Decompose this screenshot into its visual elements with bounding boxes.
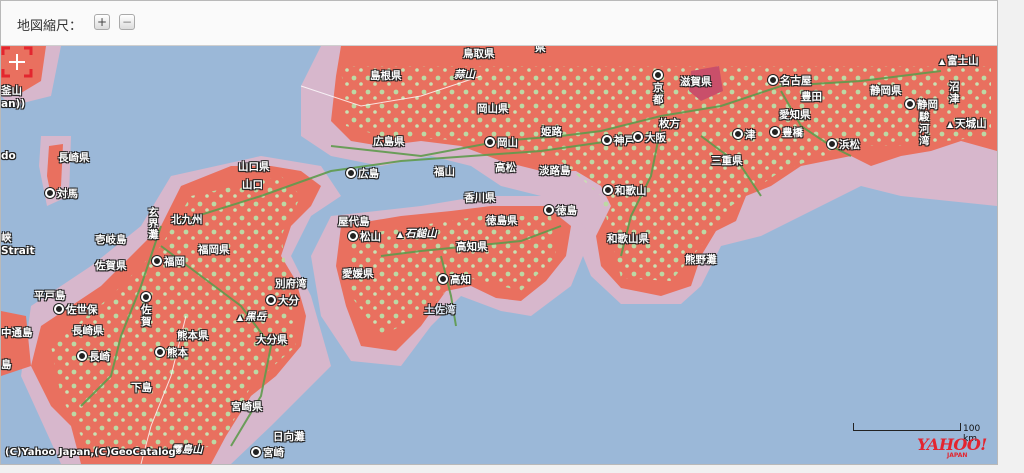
label-hiroshima-pref: 広島県 bbox=[373, 136, 405, 148]
crosshair-icon bbox=[1, 46, 33, 78]
label-okayama-pref: 岡山県 bbox=[477, 103, 509, 115]
label-hiradoshima: 平戸島 bbox=[34, 290, 66, 302]
scale-label: 地図縮尺： bbox=[17, 19, 83, 34]
yahoo-logo-sub: JAPAN bbox=[947, 452, 968, 459]
label-aichi-pref: 愛知県 bbox=[779, 109, 811, 121]
label-kitakyushu: 北九州 bbox=[171, 214, 203, 226]
label-beppuwan: 別府湾 bbox=[275, 278, 307, 290]
label-wakayama-pref: 和歌山県 bbox=[607, 233, 649, 245]
label-tottori-pref: 鳥取県 bbox=[463, 48, 495, 60]
label-tsushima: 対馬 bbox=[45, 186, 78, 201]
label-kumanonada: 熊野灘 bbox=[685, 254, 717, 266]
label-hiroshima: 広島 bbox=[346, 166, 379, 181]
label-okayama: 岡山 bbox=[485, 135, 518, 150]
label-oita-pref: 大分県 bbox=[256, 334, 288, 346]
label-do: do bbox=[1, 150, 16, 162]
label-kumamoto: 熊本 bbox=[155, 345, 188, 360]
label-mie-pref: 三重県 bbox=[711, 155, 743, 167]
label-sasebo: 佐世保 bbox=[54, 302, 98, 317]
map-widget: 地図縮尺： + − 鳥取県 島根県 蒜山 岡山県 広島県 岡山 姫路 山口県 広… bbox=[0, 0, 998, 465]
label-fukuyama: 福山 bbox=[434, 166, 455, 178]
label-tokushima-pref: 徳島県 bbox=[486, 215, 518, 227]
label-shimojima: 下島 bbox=[131, 382, 152, 394]
label-ehime-pref: 愛媛県 bbox=[342, 268, 374, 280]
label-hirakata: 枚方 bbox=[659, 118, 680, 130]
label-miyazaki: 宮崎 bbox=[251, 445, 284, 460]
label-surugawan: 駿河湾 bbox=[919, 111, 930, 147]
label-amagi: 天城山 bbox=[947, 116, 987, 131]
label-shimane-pref: 島根県 bbox=[370, 70, 402, 82]
label-busan-sub: an)) bbox=[1, 98, 26, 110]
label-nagasaki-pref-north: 長崎県 bbox=[58, 152, 90, 164]
label-tsu: 津 bbox=[733, 127, 756, 142]
map-canvas[interactable]: 鳥取県 島根県 蒜山 岡山県 広島県 岡山 姫路 山口県 広島 福山 高松 淡路… bbox=[1, 46, 997, 464]
label-tosawan: 土佐湾 bbox=[424, 304, 456, 316]
label-fuji: 富士山 bbox=[939, 53, 979, 68]
label-fukuoka: 福岡 bbox=[152, 254, 185, 269]
label-genkainada: 玄界灘 bbox=[148, 207, 159, 241]
label-nagasaki-pref-south: 長崎県 bbox=[72, 325, 104, 337]
zoom-in-button[interactable]: + bbox=[94, 14, 110, 30]
label-saga-pref: 佐賀県 bbox=[95, 260, 127, 272]
label-kumamoto-pref: 熊本県 bbox=[177, 330, 209, 342]
label-shiga-pref: 滋賀県 bbox=[680, 76, 712, 88]
label-yamaguchi-pref: 山口県 bbox=[238, 161, 270, 173]
label-nakadori: 中通島 bbox=[1, 327, 33, 339]
label-fukuoka-pref: 福岡県 bbox=[198, 244, 230, 256]
label-toyota: 豊田 bbox=[801, 91, 822, 103]
label-awajishima: 淡路島 bbox=[539, 165, 571, 177]
label-nagoya: 名古屋 bbox=[768, 73, 812, 88]
label-numazu: 沼津 bbox=[949, 81, 960, 105]
label-strait-1: 峡 bbox=[1, 232, 12, 244]
label-tokushima: 徳島 bbox=[544, 203, 577, 218]
label-shizuoka-pref: 静岡県 bbox=[870, 85, 902, 97]
label-hamamatsu: 浜松 bbox=[827, 137, 860, 152]
label-kochi: 高知 bbox=[438, 272, 471, 287]
label-shizuoka: 静岡 bbox=[905, 97, 938, 112]
label-top-edge: 県 bbox=[535, 46, 546, 54]
label-takamatsu: 高松 bbox=[495, 162, 516, 174]
scale-bar bbox=[853, 423, 961, 431]
label-matsuyama: 松山 bbox=[348, 229, 381, 244]
label-yamaguchi: 山口 bbox=[242, 179, 263, 191]
label-strait-2: Strait bbox=[1, 245, 35, 257]
label-iki: 壱岐島 bbox=[95, 234, 127, 246]
label-kuju: 黒岳 bbox=[237, 309, 266, 324]
label-oita: 大分 bbox=[266, 293, 299, 308]
label-ishizuchi: 石鎚山 bbox=[397, 226, 437, 241]
label-hiruzen: 蒜山 bbox=[454, 69, 475, 81]
zoom-out-button[interactable]: − bbox=[119, 14, 135, 30]
label-kyoto: 京都 bbox=[653, 70, 667, 106]
label-saga: 佐賀 bbox=[141, 292, 155, 328]
label-miyazaki-pref: 宮崎県 bbox=[231, 401, 263, 413]
label-kobe: 神戸 bbox=[602, 133, 635, 148]
label-fukue: 島 bbox=[1, 359, 12, 371]
label-nagasaki: 長崎 bbox=[77, 349, 110, 364]
map-credit: (C)Yahoo Japan,(C)GeoCatalog bbox=[5, 447, 176, 458]
label-wakayama: 和歌山 bbox=[603, 183, 647, 198]
label-kochi-pref: 高知県 bbox=[456, 241, 488, 253]
label-toyohashi: 豊橋 bbox=[770, 125, 803, 140]
label-yashirojima: 屋代島 bbox=[338, 216, 370, 228]
label-hyuganada: 日向灘 bbox=[273, 431, 305, 443]
label-himeji: 姫路 bbox=[541, 126, 562, 138]
map-toolbar: 地図縮尺： + − bbox=[1, 1, 997, 46]
label-kagawa-pref: 香川県 bbox=[464, 192, 496, 204]
label-busan: 釜山 bbox=[1, 85, 22, 97]
label-osaka: 大阪 bbox=[633, 130, 666, 145]
